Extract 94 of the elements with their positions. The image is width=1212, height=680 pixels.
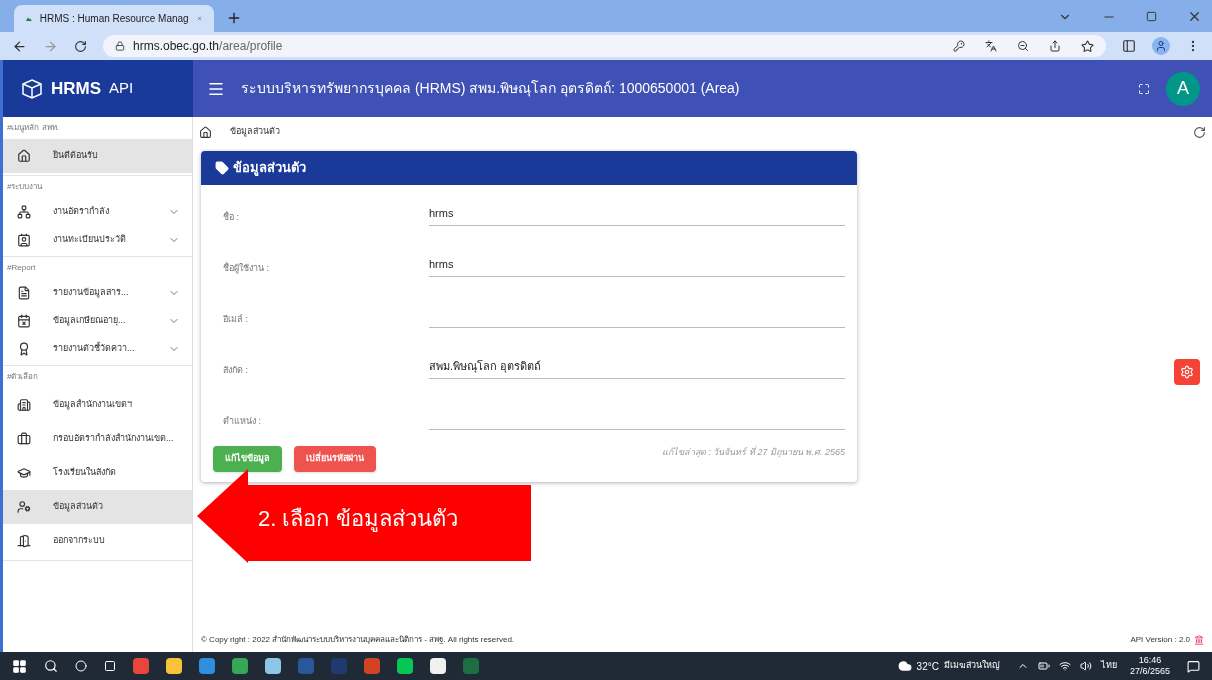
temperature-text: 32°C	[916, 659, 939, 674]
wifi-icon[interactable]	[1058, 660, 1071, 672]
lock-icon	[115, 41, 125, 51]
sidebar-label: งานอัตรากำลัง	[53, 205, 110, 219]
calendar-icon	[17, 314, 31, 328]
field-label: ชื่อผู้ใช้งาน :	[222, 261, 270, 276]
home-icon[interactable]	[199, 125, 212, 139]
fullscreen-icon[interactable]	[1138, 82, 1150, 95]
start-icon[interactable]	[12, 658, 27, 674]
section-heading: #ตัวเลือก	[6, 371, 40, 383]
home-icon	[17, 149, 31, 163]
copyright-text: © Copy right : 2022 สำนักพัฒนาระบบบริหารงานบุคคลและนิติการ - สพฐ. All rights reserved.	[201, 634, 516, 646]
sidebar-item[interactable]: งานอัตรากำลัง	[3, 198, 192, 226]
document-icon	[17, 286, 31, 300]
weather-icon	[897, 659, 912, 673]
sidebar-label: ข้อมูลส่วนตัว	[53, 500, 104, 514]
new-tab-icon[interactable]	[226, 10, 242, 26]
cortana-icon[interactable]	[75, 660, 87, 672]
gear-icon	[1180, 365, 1194, 379]
sidebar-item[interactable]: ข้อมูลสำนักงานเขตฯ	[3, 388, 192, 422]
settings-button[interactable]	[1174, 359, 1200, 385]
id-card-icon	[17, 233, 31, 247]
field-label: อีเมล์ :	[222, 312, 249, 326]
translate-icon[interactable]	[985, 40, 997, 52]
callout-text: 2. เลือก ข้อมูลส่วนตัว	[258, 505, 458, 534]
star-icon[interactable]	[1081, 39, 1094, 53]
medal-icon	[17, 342, 31, 356]
battery-icon[interactable]	[1037, 660, 1050, 672]
sidebar-item[interactable]: รายงานข้อมูลสาร...	[3, 279, 192, 307]
address-field[interactable]: hrms.obec.go.th/area/profile	[103, 35, 1106, 57]
side-panel-icon[interactable]	[1122, 39, 1136, 53]
logo-text: HRMS	[51, 77, 102, 100]
sidebar-label: ข้อมูลสำนักงานเขตฯ	[53, 398, 133, 412]
text-field[interactable]: สพม.พิษณุโลก อุตรดิตถ์	[429, 356, 845, 379]
avatar[interactable]: A	[1166, 71, 1200, 106]
key-icon[interactable]	[953, 40, 965, 52]
graduation-cap-icon	[17, 466, 31, 480]
search-icon[interactable]	[44, 659, 58, 673]
sidebar-item[interactable]: รายงานตัวชี้วัดควา...	[3, 335, 192, 363]
sidebar-item[interactable]: ข้อมูลส่วนตัว	[3, 490, 192, 524]
text-field[interactable]: hrms	[429, 254, 845, 277]
sidebar-item[interactable]: งานทะเบียนประวัติ	[3, 226, 192, 254]
sidebar-item[interactable]: ออกจากระบบ	[3, 524, 192, 558]
card-title: ข้อมูลส่วนตัว	[233, 159, 306, 178]
profile-icon[interactable]	[1152, 37, 1170, 55]
api-version-text: API Version : 2.0	[1130, 634, 1190, 646]
page-title: ระบบบริหารทรัพยากรบุคคล (HRMS) สพม.พิษณุโลก อุตรดิตถ์: 1000650001 (Area)	[241, 79, 741, 99]
logo-suffix: API	[109, 78, 134, 99]
briefcase-icon	[17, 432, 31, 446]
task-view-icon[interactable]	[104, 660, 116, 672]
last-edited-text: แก้ไขล่าสุด : วันจันทร์ ที่ 27 มิถุนายน พ.ศ. 2565	[661, 446, 845, 460]
sidebar-label: กรอบอัตรากำลังสำนักงานเขต...	[53, 432, 175, 446]
weather-text: มีเมฆส่วนใหญ่	[943, 659, 1000, 673]
volume-icon[interactable]	[1079, 660, 1092, 672]
tab-title: HRMS : Human Resource Manag	[39, 12, 189, 26]
sidebar-item[interactable]: ข้อมูลเกษียณอายุ...	[3, 307, 192, 335]
door-icon	[17, 534, 31, 548]
share-icon[interactable]	[1049, 40, 1061, 52]
breadcrumb[interactable]: ข้อมูลส่วนตัว	[230, 125, 1175, 139]
restore-icon[interactable]	[1146, 11, 1157, 22]
browser-tab[interactable]: HRMS : Human Resource Manag	[14, 5, 214, 32]
back-icon[interactable]	[12, 38, 27, 54]
refresh-icon[interactable]	[1193, 125, 1206, 139]
logo-icon	[21, 77, 43, 100]
sidebar-item[interactable]: ยินดีต้อนรับ	[3, 139, 192, 173]
clock-time: 16:46	[1138, 655, 1162, 666]
section-heading: #ระบบงาน	[6, 181, 44, 193]
text-field[interactable]: hrms	[429, 203, 845, 226]
url-text: hrms.obec.go.th/area/profile	[133, 38, 283, 55]
building-icon	[17, 398, 31, 412]
notification-icon[interactable]	[1187, 659, 1200, 673]
section-heading: #Report	[6, 262, 37, 274]
section-heading: #เมนูหลัก สพท.	[6, 122, 60, 135]
field-label: ตำแหน่ง :	[222, 414, 262, 428]
sidebar-label: ยินดีต้อนรับ	[53, 149, 99, 163]
sidebar-label: รายงานตัวชี้วัดควา...	[53, 342, 136, 356]
zoom-icon[interactable]	[1017, 40, 1029, 52]
field-label: สังกัด :	[222, 363, 249, 377]
sidebar-label: โรงเรียนในสังกัด	[53, 466, 117, 480]
field-label: ชื่อ :	[222, 210, 240, 224]
close-icon[interactable]	[1187, 9, 1202, 24]
clock-date: 27/6/2565	[1129, 666, 1170, 677]
bank-icon	[1194, 635, 1204, 645]
sidebar-label: งานทะเบียนประวัติ	[53, 233, 127, 247]
sidebar-label: ข้อมูลเกษียณอายุ...	[53, 314, 127, 328]
user-gear-icon	[17, 500, 31, 514]
sidebar-label: ออกจากระบบ	[53, 534, 106, 548]
tag-icon	[215, 161, 229, 175]
reload-icon[interactable]	[74, 39, 87, 53]
sidebar-item[interactable]: โรงเรียนในสังกัด	[3, 456, 192, 490]
sidebar-label: รายงานข้อมูลสาร...	[53, 286, 130, 300]
language-text[interactable]: ไทย	[1100, 659, 1117, 673]
sidebar-item[interactable]: กรอบอัตรากำลังสำนักงานเขต...	[3, 422, 192, 456]
hierarchy-icon	[17, 205, 31, 219]
